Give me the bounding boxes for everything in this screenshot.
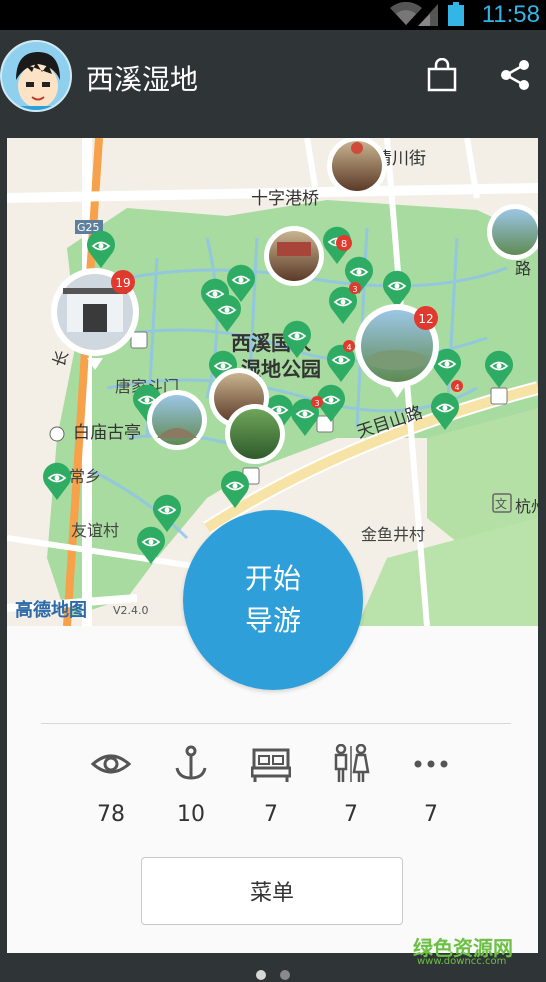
anchor-icon bbox=[175, 745, 207, 780]
photo-marker[interactable]: 19 bbox=[51, 268, 139, 370]
map-provider-logo: 高德地图 bbox=[15, 600, 87, 621]
photo-marker[interactable]: 8 bbox=[264, 226, 352, 286]
avatar-illustration bbox=[2, 42, 70, 110]
page-indicator bbox=[0, 966, 546, 982]
cluster-badge: 19 bbox=[115, 276, 130, 290]
signal-icon bbox=[418, 4, 438, 26]
stat-value: 78 bbox=[97, 802, 125, 827]
photo-marker[interactable] bbox=[327, 138, 387, 196]
stat-more[interactable]: 7 bbox=[391, 736, 471, 836]
stat-value: 10 bbox=[177, 802, 205, 827]
menu-button[interactable]: 菜单 bbox=[141, 857, 403, 925]
status-time: 11:58 bbox=[481, 1, 540, 28]
battery-icon bbox=[448, 2, 464, 26]
avatar[interactable] bbox=[0, 40, 72, 112]
cluster-badge: 4 bbox=[346, 343, 351, 352]
start-guide-line1: 开始 bbox=[244, 562, 301, 595]
stat-value: 7 bbox=[344, 802, 358, 827]
stat-value: 7 bbox=[424, 802, 438, 827]
stat-pier[interactable]: 10 bbox=[151, 736, 231, 836]
cluster-badge: 3 bbox=[352, 285, 357, 294]
map-version: V2.4.0 bbox=[113, 604, 149, 617]
page-dot-active[interactable] bbox=[256, 970, 266, 980]
start-guide-line2: 导游 bbox=[244, 604, 301, 637]
stat-value: 7 bbox=[264, 802, 278, 827]
cluster-badge: 3 bbox=[314, 399, 319, 408]
stat-restroom[interactable]: 7 bbox=[311, 736, 391, 836]
main-card: 清川街 十字港桥 G25 西溪国家 湿地公园 唐家斗门 白庙古亭 常乡 友谊村 … bbox=[7, 138, 538, 967]
cluster-badge: 8 bbox=[341, 239, 347, 250]
start-guide-button[interactable]: 开始 导游 bbox=[183, 510, 363, 690]
photo-marker[interactable] bbox=[487, 204, 538, 260]
bag-icon[interactable] bbox=[426, 58, 458, 92]
cluster-badge: 4 bbox=[454, 383, 459, 392]
stats-row: 78 10 7 7 7 bbox=[71, 736, 491, 836]
app-bar: 西溪湿地 bbox=[0, 30, 546, 120]
more-icon bbox=[414, 760, 448, 768]
status-bar: 11:58 bbox=[0, 0, 546, 30]
eye-icon bbox=[91, 754, 131, 774]
stat-hotel[interactable]: 7 bbox=[231, 736, 311, 836]
photo-marker[interactable] bbox=[225, 404, 285, 464]
divider bbox=[41, 723, 511, 724]
restroom-icon bbox=[334, 744, 370, 782]
photo-marker[interactable]: 12 bbox=[355, 304, 439, 398]
stat-scenic[interactable]: 78 bbox=[71, 736, 151, 836]
share-icon[interactable] bbox=[498, 58, 532, 92]
watermark: 绿色资源网 www.downcc.com bbox=[413, 928, 538, 968]
cluster-badge: 12 bbox=[418, 312, 433, 326]
photo-marker[interactable] bbox=[147, 390, 207, 450]
page-title: 西溪湿地 bbox=[86, 63, 199, 96]
bed-icon bbox=[251, 748, 291, 782]
page-dot[interactable] bbox=[280, 970, 290, 980]
